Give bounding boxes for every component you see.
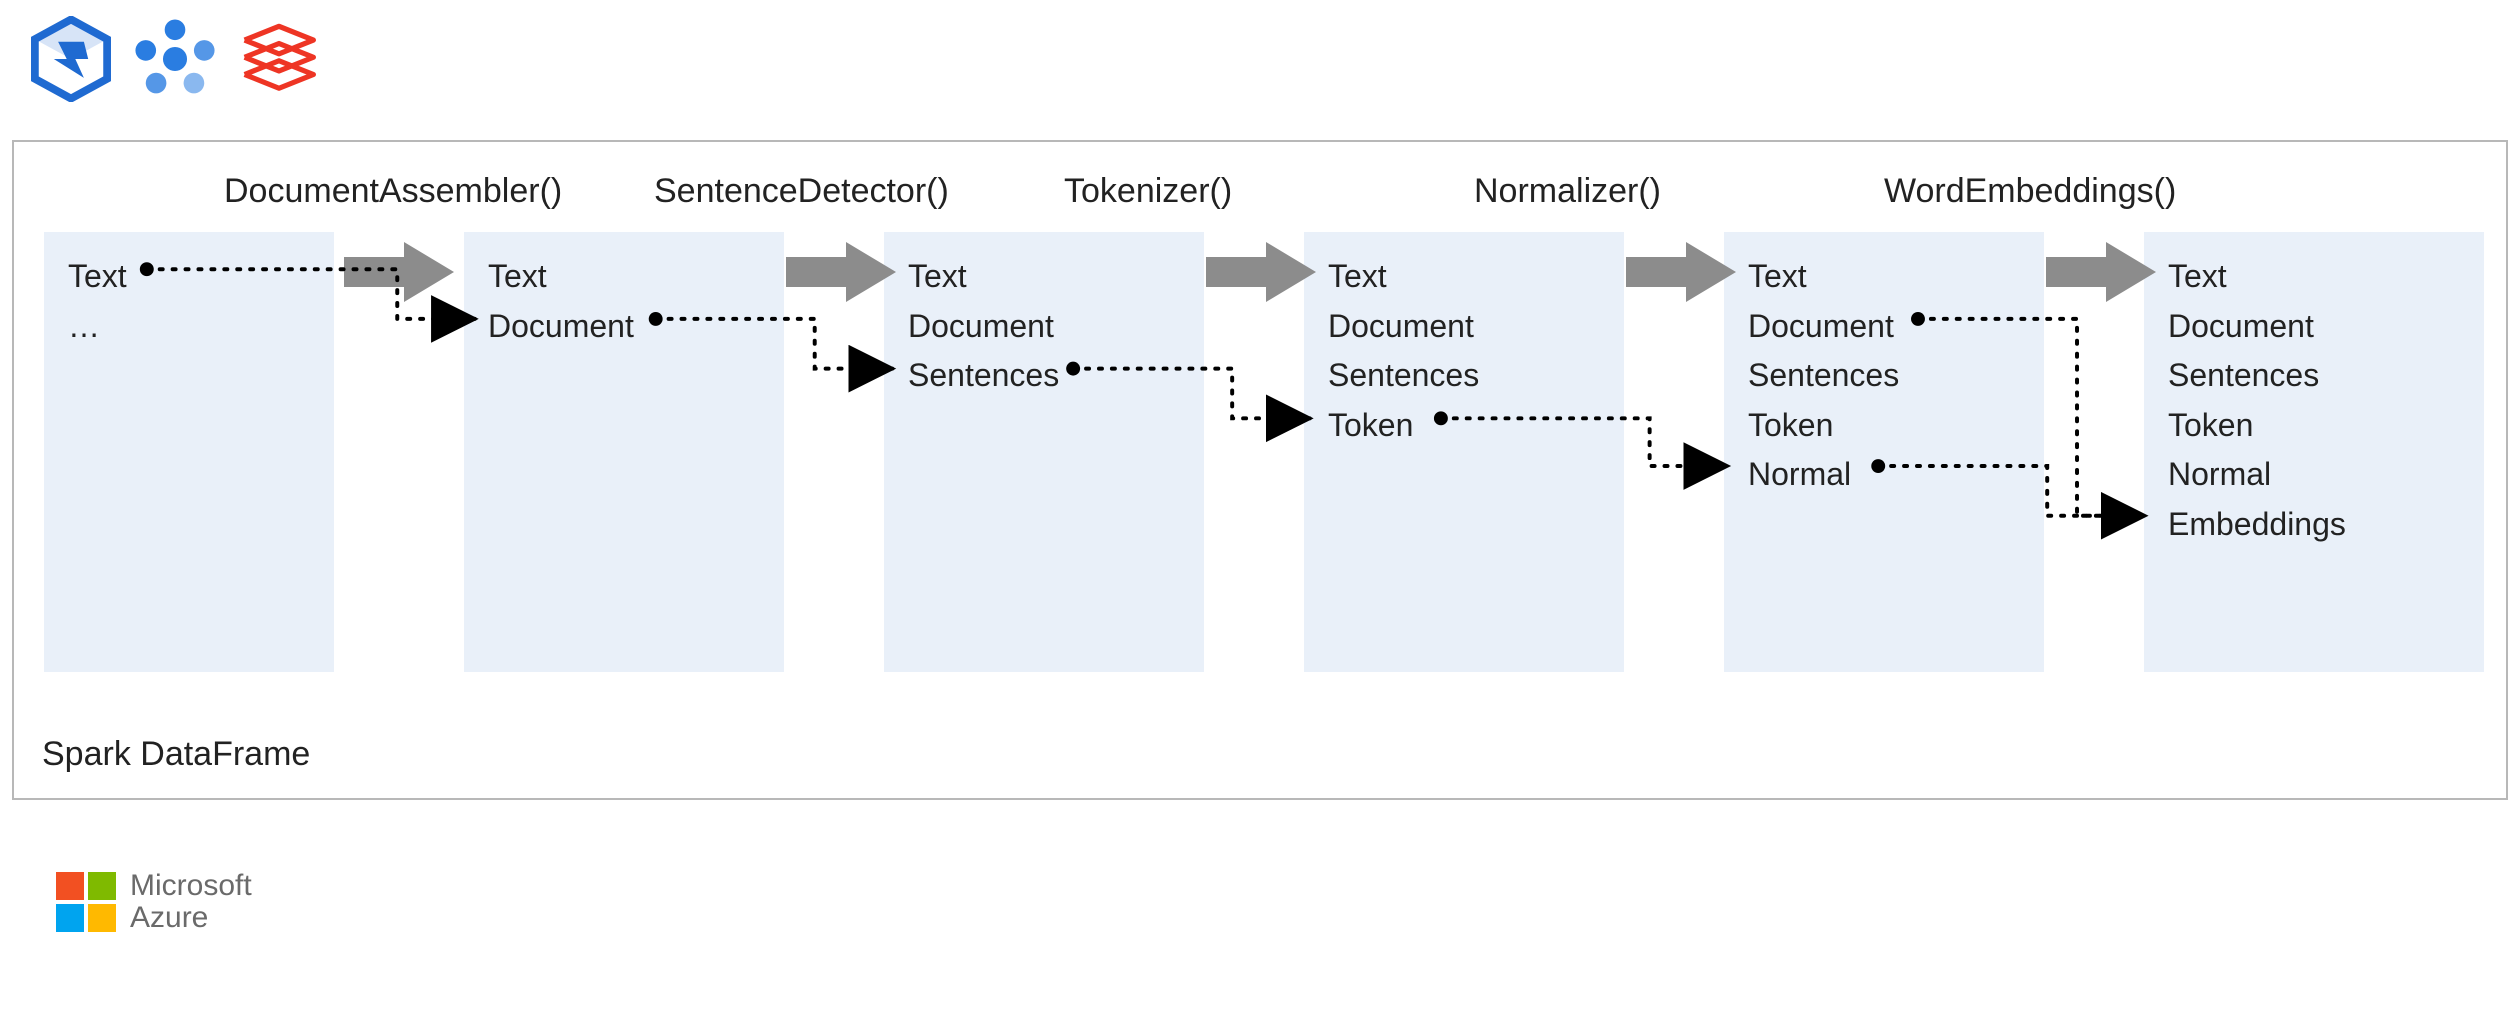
stage-label-document-assembler: DocumentAssembler() (224, 172, 562, 211)
field-document: Document (1748, 302, 2020, 352)
dataframe-column-1: Text Document (464, 232, 784, 672)
microsoft-logo-icon (56, 872, 116, 932)
dataframe-column-3: Text Document Sentences Token (1304, 232, 1624, 672)
field-document: Document (1328, 302, 1600, 352)
pipeline-frame: DocumentAssembler() SentenceDetector() T… (12, 140, 2508, 800)
field-normal: Normal (2168, 450, 2460, 500)
field-ellipsis: … (68, 302, 310, 352)
field-document: Document (488, 302, 760, 352)
stage-label-normalizer: Normalizer() (1474, 172, 1661, 211)
databricks-icon (236, 16, 322, 102)
field-token: Token (1748, 401, 2020, 451)
field-text: Text (1328, 252, 1600, 302)
field-token: Token (2168, 401, 2460, 451)
field-sentences: Sentences (908, 351, 1180, 401)
dataframe-column-4: Text Document Sentences Token Normal (1724, 232, 2044, 672)
stage-label-sentence-detector: SentenceDetector() (654, 172, 949, 211)
dataframe-column-0: Text … (44, 232, 334, 672)
azure-synapse-icon (28, 16, 114, 102)
arrow-right-icon (786, 242, 896, 302)
field-token: Token (1328, 401, 1600, 451)
azure-ml-icon (132, 16, 218, 102)
dataframe-column-5: Text Document Sentences Token Normal Emb… (2144, 232, 2484, 672)
field-document: Document (2168, 302, 2460, 352)
frame-caption: Spark DataFrame (42, 735, 310, 774)
footer-brand-microsoft: Microsoft (130, 870, 252, 902)
arrow-right-icon (344, 242, 454, 302)
field-sentences: Sentences (1328, 351, 1600, 401)
product-logos (28, 16, 322, 102)
stage-label-word-embeddings: WordEmbeddings() (1884, 172, 2176, 211)
field-text: Text (488, 252, 760, 302)
field-text: Text (1748, 252, 2020, 302)
dependency-connectors (14, 142, 2506, 798)
field-normal: Normal (1748, 450, 2020, 500)
field-document: Document (908, 302, 1180, 352)
field-sentences: Sentences (1748, 351, 2020, 401)
arrow-right-icon (1206, 242, 1316, 302)
dataframe-column-2: Text Document Sentences (884, 232, 1204, 672)
field-text: Text (2168, 252, 2460, 302)
microsoft-azure-logo: Microsoft Azure (56, 870, 252, 933)
arrow-right-icon (2046, 242, 2156, 302)
field-text: Text (68, 252, 310, 302)
field-sentences: Sentences (2168, 351, 2460, 401)
footer-brand-azure: Azure (130, 902, 252, 934)
field-embeddings: Embeddings (2168, 500, 2460, 550)
arrow-right-icon (1626, 242, 1736, 302)
stage-label-tokenizer: Tokenizer() (1064, 172, 1232, 211)
field-text: Text (908, 252, 1180, 302)
